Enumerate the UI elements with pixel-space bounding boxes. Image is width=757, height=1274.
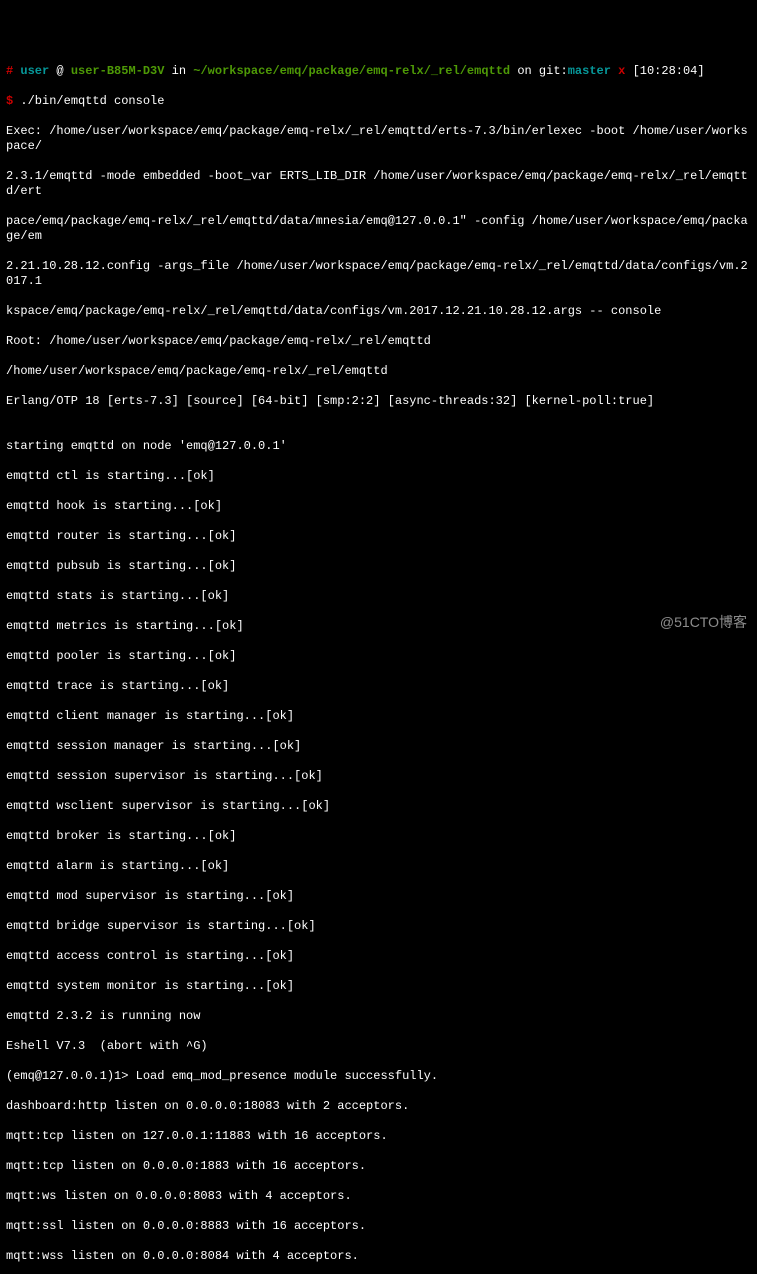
- erlang-version-line: Erlang/OTP 18 [erts-7.3] [source] [64-bi…: [6, 394, 751, 409]
- prompt-host: user-B85M-D3V: [71, 64, 165, 78]
- prompt-path: ~/workspace/emq/package/emq-relx/_rel/em…: [193, 64, 510, 78]
- service-line: emqttd system monitor is starting...[ok]: [6, 979, 751, 994]
- cwd-line: /home/user/workspace/emq/package/emq-rel…: [6, 364, 751, 379]
- exec-line-2: 2.3.1/emqttd -mode embedded -boot_var ER…: [6, 169, 751, 199]
- service-line: emqttd metrics is starting...[ok]: [6, 619, 751, 634]
- service-line: emqttd pooler is starting...[ok]: [6, 649, 751, 664]
- on-git: on git:: [510, 64, 568, 78]
- git-dirty-x: x: [611, 64, 633, 78]
- at-sign: @: [49, 64, 71, 78]
- service-line: emqttd wsclient supervisor is starting..…: [6, 799, 751, 814]
- git-branch: master: [568, 64, 611, 78]
- running-line: emqttd 2.3.2 is running now: [6, 1009, 751, 1024]
- command-text: ./bin/emqttd console: [20, 94, 164, 108]
- listener-line: mqtt:wss listen on 0.0.0.0:8084 with 4 a…: [6, 1249, 751, 1264]
- service-line: emqttd hook is starting...[ok]: [6, 499, 751, 514]
- command-line[interactable]: $ ./bin/emqttd console: [6, 94, 751, 109]
- listener-line: mqtt:tcp listen on 0.0.0.0:1883 with 16 …: [6, 1159, 751, 1174]
- service-line: emqttd ctl is starting...[ok]: [6, 469, 751, 484]
- listener-line: mqtt:ssl listen on 0.0.0.0:8883 with 16 …: [6, 1219, 751, 1234]
- starting-node-line: starting emqttd on node 'emq@127.0.0.1': [6, 439, 751, 454]
- root-line: Root: /home/user/workspace/emq/package/e…: [6, 334, 751, 349]
- watermark-text: @51CTO博客: [660, 614, 747, 632]
- shell-prompt-line: # user @ user-B85M-D3V in ~/workspace/em…: [6, 64, 751, 79]
- hash-sign: #: [6, 64, 20, 78]
- service-line: emqttd bridge supervisor is starting...[…: [6, 919, 751, 934]
- exec-line-3: pace/emq/package/emq-relx/_rel/emqttd/da…: [6, 214, 751, 244]
- prompt-user: user: [20, 64, 49, 78]
- listener-line: dashboard:http listen on 0.0.0.0:18083 w…: [6, 1099, 751, 1114]
- exec-line-4: 2.21.10.28.12.config -args_file /home/us…: [6, 259, 751, 289]
- service-line: emqttd trace is starting...[ok]: [6, 679, 751, 694]
- service-line: emqttd session supervisor is starting...…: [6, 769, 751, 784]
- prompt-time: [10:28:04]: [633, 64, 705, 78]
- listener-line: mqtt:tcp listen on 127.0.0.1:11883 with …: [6, 1129, 751, 1144]
- listener-line: mqtt:ws listen on 0.0.0.0:8083 with 4 ac…: [6, 1189, 751, 1204]
- service-line: emqttd router is starting...[ok]: [6, 529, 751, 544]
- service-line: emqttd client manager is starting...[ok]: [6, 709, 751, 724]
- shell-load-line: (emq@127.0.0.1)1> Load emq_mod_presence …: [6, 1069, 751, 1084]
- service-line: emqttd alarm is starting...[ok]: [6, 859, 751, 874]
- exec-line-5: kspace/emq/package/emq-relx/_rel/emqttd/…: [6, 304, 751, 319]
- service-line: emqttd access control is starting...[ok]: [6, 949, 751, 964]
- in-word: in: [164, 64, 193, 78]
- eshell-line: Eshell V7.3 (abort with ^G): [6, 1039, 751, 1054]
- service-line: emqttd stats is starting...[ok]: [6, 589, 751, 604]
- exec-line-1: Exec: /home/user/workspace/emq/package/e…: [6, 124, 751, 154]
- service-line: emqttd pubsub is starting...[ok]: [6, 559, 751, 574]
- service-line: emqttd session manager is starting...[ok…: [6, 739, 751, 754]
- dollar-sign: $: [6, 94, 20, 108]
- service-line: emqttd mod supervisor is starting...[ok]: [6, 889, 751, 904]
- service-line: emqttd broker is starting...[ok]: [6, 829, 751, 844]
